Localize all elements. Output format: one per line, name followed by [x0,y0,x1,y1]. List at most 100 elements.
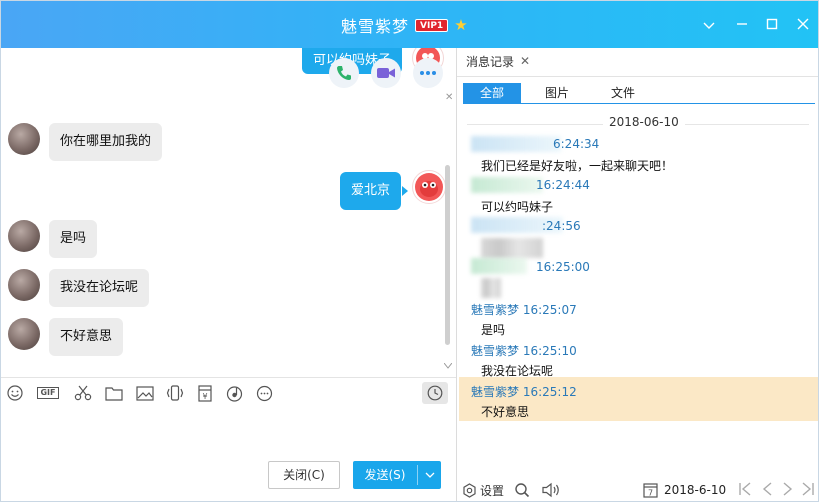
history-message[interactable]: 可以约吗妹子 [481,198,553,215]
message-bubble-right: 爱北京 [340,172,402,210]
settings-label: 设置 [480,484,505,498]
image-icon[interactable] [135,384,155,402]
bubble-tail [402,186,408,196]
red-packet-icon[interactable]: ¥ [195,384,215,402]
message-input[interactable]: 关闭(C) 发送(S) [1,407,456,501]
blurred-sender [471,177,543,193]
more-icon [420,71,436,75]
close-icon[interactable]: ✕ [520,54,530,68]
title-bar[interactable]: 魅雪紫梦 VIP1 ★ [1,1,818,48]
first-page-icon[interactable] [737,480,755,500]
my-avatar[interactable] [412,170,446,204]
music-icon[interactable] [224,384,244,402]
scrollbar-thumb[interactable] [445,165,450,345]
history-sender: 魅雪紫梦 16:25:07 [471,301,577,318]
video-call-button[interactable] [371,58,401,88]
blurred-image[interactable] [481,278,501,298]
contact-avatar[interactable] [8,220,40,252]
message-bubble-left: 我没在论坛呢 [49,269,150,307]
history-message[interactable]: 是吗 [481,321,505,338]
tab-message-history[interactable]: 消息记录 ✕ [457,48,538,76]
history-date: 2018-6-10 [664,483,727,497]
history-timestamp: 16:25:10 [522,344,577,358]
history-timestamp: 16:24:44 [536,178,590,192]
blurred-sender [471,258,527,274]
minimize-icon[interactable] [732,15,752,35]
tab-divider [457,76,818,77]
shake-icon[interactable] [165,384,185,402]
folder-icon[interactable] [104,384,124,402]
speaker-icon[interactable] [541,482,561,501]
message-text: 你在哪里加我的 [60,134,152,149]
send-label[interactable]: 发送(S) [353,461,417,489]
message-text: 爱北京 [351,183,391,198]
more-options-button[interactable] [413,58,443,88]
tab-label: 消息记录 [466,54,515,69]
message-text: 是吗 [60,231,87,246]
contact-avatar[interactable] [8,318,40,350]
filter-tab-images[interactable]: 图片 [529,83,585,103]
chat-message-area[interactable]: 可以约吗妹子 ✕ 你在哪里加我的 爱北京 是吗 [1,48,456,374]
settings-button[interactable]: 设置 [462,482,504,499]
maximize-icon[interactable] [762,15,782,35]
sender-name: 魅雪紫梦 [471,344,520,358]
sender-name: 魅雪紫梦 [471,303,520,317]
video-icon [377,68,395,78]
history-timestamp: 16:25:00 [536,260,590,274]
previous-page-icon[interactable] [759,480,777,500]
phone-call-button[interactable] [329,58,359,88]
chevron-down-icon[interactable] [699,15,719,35]
history-timestamp: 6:24:34 [553,137,600,151]
history-sender: 魅雪紫梦 16:25:10 [471,342,577,359]
svg-text:¥: ¥ [202,392,207,401]
close-button[interactable]: 关闭(C) [268,461,340,489]
settings-icon [463,483,476,498]
filter-underline [463,103,815,104]
vip-badge: VIP1 [415,18,449,32]
search-icon[interactable] [514,482,530,501]
scroll-down-icon[interactable] [444,363,452,369]
history-message[interactable]: 我们已经是好友啦，一起来聊天吧！ [481,157,673,174]
filter-tab-all[interactable]: 全部 [463,83,521,103]
input-toolbar: GIF ¥ [1,377,456,407]
contact-avatar[interactable] [8,123,40,155]
date-header: 2018-06-10 [603,115,685,129]
message-history-button[interactable] [422,382,448,404]
close-icon[interactable] [793,15,813,35]
history-panel: 消息记录 ✕ 全部 图片 文件 2018-06-10 6:24:34 我们已经是… [456,48,818,501]
scissors-icon[interactable] [73,384,93,402]
send-button[interactable]: 发送(S) [353,461,441,489]
chat-scrollbar[interactable] [442,165,454,370]
blurred-image[interactable] [481,238,543,258]
last-page-icon[interactable] [800,480,818,500]
phone-icon [337,66,351,80]
chevron-down-icon[interactable] [418,461,441,489]
message-text: 不好意思 [60,329,113,344]
message-bubble-left: 你在哪里加我的 [49,123,163,161]
history-footer: 设置 7 2018-6-10 [457,477,818,501]
window-title: 魅雪紫梦 [341,17,410,36]
message-bubble-left: 是吗 [49,220,98,258]
sender-name: 魅雪紫梦 [471,385,520,399]
gif-label: GIF [37,387,59,399]
more-icon[interactable] [254,384,274,402]
next-page-icon[interactable] [780,480,798,500]
dismiss-icon[interactable]: ✕ [445,92,453,103]
message-text: 我没在论坛呢 [60,280,139,295]
history-timestamp: 16:25:12 [522,385,577,399]
history-message[interactable]: 我没在论坛呢 [481,362,553,379]
history-message[interactable]: 不好意思 [481,403,529,420]
contact-avatar[interactable] [8,269,40,301]
filter-tab-files[interactable]: 文件 [593,83,653,103]
clock-icon [427,385,443,401]
calendar-icon[interactable]: 7 [643,482,658,501]
star-icon: ★ [454,15,468,34]
history-timestamp: :24:56 [542,219,581,233]
gif-icon[interactable]: GIF [35,384,61,402]
history-timestamp: 16:25:07 [522,303,577,317]
message-bubble-left: 不好意思 [49,318,124,356]
chat-window: 魅雪紫梦 VIP1 ★ 可以约吗妹子 ✕ [0,0,819,502]
emoji-icon[interactable] [5,384,25,402]
blurred-sender [471,136,561,152]
history-sender: 魅雪紫梦 16:25:12 [471,383,577,400]
